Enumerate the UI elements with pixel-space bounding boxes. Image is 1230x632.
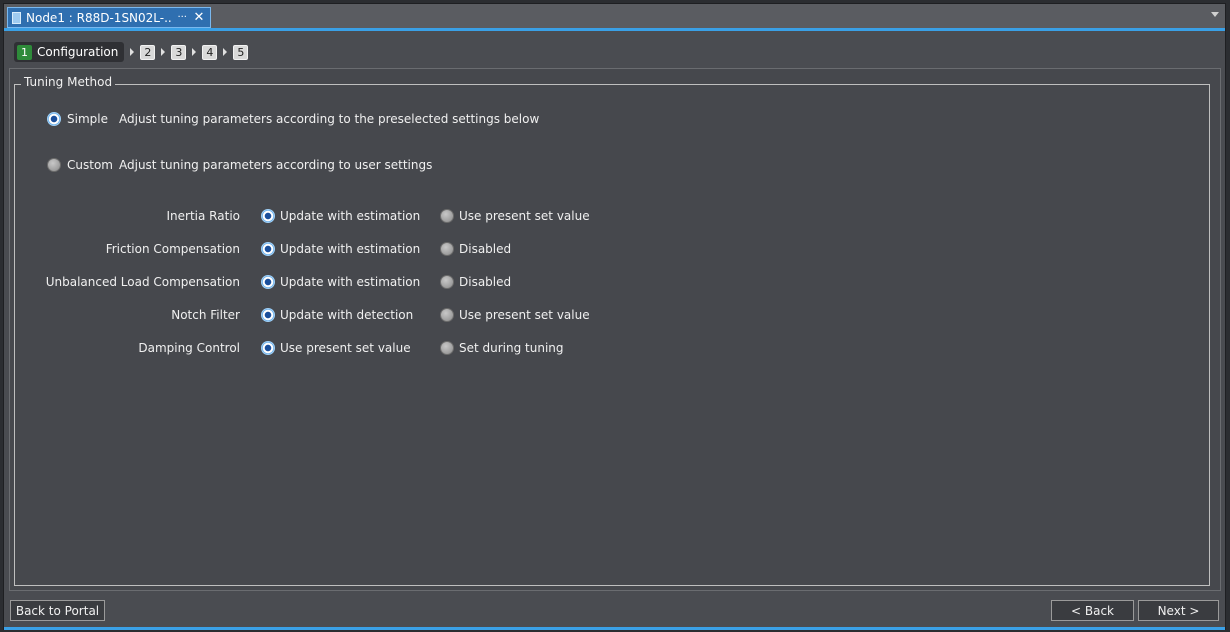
- unbalanced-load-option1[interactable]: Update with estimation: [261, 275, 420, 289]
- option-label[interactable]: Disabled: [459, 242, 511, 256]
- close-icon[interactable]: ✕: [192, 10, 206, 25]
- next-button[interactable]: Next >: [1138, 600, 1219, 621]
- radio-selected[interactable]: [261, 341, 275, 355]
- back-button[interactable]: < Back: [1051, 600, 1134, 621]
- damping-control-option2[interactable]: Set during tuning: [440, 341, 564, 355]
- tuning-window: Node1 : R88D-1SN02L-... ··· ✕ 1 Configur…: [3, 3, 1226, 630]
- option-label[interactable]: Update with detection: [280, 308, 413, 322]
- custom-label[interactable]: Custom: [67, 158, 113, 172]
- step-3[interactable]: 3: [171, 44, 187, 60]
- content-panel: Tuning Method Simple Adjust tuning param…: [9, 68, 1221, 591]
- radio-selected[interactable]: [261, 242, 275, 256]
- tuning-method-group: Tuning Method Simple Adjust tuning param…: [14, 75, 1210, 586]
- footer-bar: Back to Portal < Back Next >: [4, 592, 1225, 630]
- radio-selected[interactable]: [261, 308, 275, 322]
- back-to-portal-button[interactable]: Back to Portal: [10, 600, 105, 621]
- inertia-ratio-label: Inertia Ratio: [166, 209, 240, 223]
- step-arrow-icon: [192, 48, 197, 56]
- simple-label[interactable]: Simple: [67, 112, 108, 126]
- damping-control-option1[interactable]: Use present set value: [261, 341, 411, 355]
- step-1-label: Configuration: [37, 45, 119, 59]
- tab-list-dropdown-icon[interactable]: [1211, 12, 1219, 17]
- simple-radio[interactable]: [47, 112, 61, 126]
- friction-compensation-label: Friction Compensation: [105, 242, 240, 256]
- step-2[interactable]: 2: [140, 44, 156, 60]
- option-label[interactable]: Update with estimation: [280, 275, 420, 289]
- option-label[interactable]: Set during tuning: [459, 341, 564, 355]
- tab-title: Node1 : R88D-1SN02L-...: [26, 10, 173, 25]
- step-arrow-icon: [130, 48, 135, 56]
- option-label[interactable]: Use present set value: [459, 209, 590, 223]
- step-5[interactable]: 5: [233, 44, 249, 60]
- radio-unselected[interactable]: [440, 275, 454, 289]
- unbalanced-load-label: Unbalanced Load Compensation: [45, 275, 240, 289]
- unbalanced-load-option2[interactable]: Disabled: [440, 275, 511, 289]
- friction-compensation-option2[interactable]: Disabled: [440, 242, 511, 256]
- option-label[interactable]: Use present set value: [459, 308, 590, 322]
- tab-node1[interactable]: Node1 : R88D-1SN02L-... ··· ✕: [7, 7, 211, 28]
- radio-unselected[interactable]: [440, 341, 454, 355]
- step-1[interactable]: 1 Configuration: [14, 42, 125, 62]
- radio-unselected[interactable]: [440, 209, 454, 223]
- tab-more-icon: ···: [177, 12, 187, 23]
- notch-filter-option1[interactable]: Update with detection: [261, 308, 413, 322]
- notch-filter-option2[interactable]: Use present set value: [440, 308, 590, 322]
- radio-selected[interactable]: [261, 209, 275, 223]
- inertia-ratio-option2[interactable]: Use present set value: [440, 209, 590, 223]
- friction-compensation-option1[interactable]: Update with estimation: [261, 242, 420, 256]
- option-label[interactable]: Update with estimation: [280, 242, 420, 256]
- method-custom-row: Custom Adjust tuning parameters accordin…: [47, 158, 432, 172]
- param-row-notch-filter: Notch Filter Update with detection Use p…: [15, 306, 590, 324]
- param-row-friction-compensation: Friction Compensation Update with estima…: [15, 240, 511, 258]
- param-row-unbalanced-load: Unbalanced Load Compensation Update with…: [15, 273, 511, 291]
- custom-radio[interactable]: [47, 158, 61, 172]
- option-label[interactable]: Disabled: [459, 275, 511, 289]
- step-4[interactable]: 4: [202, 44, 218, 60]
- param-row-damping-control: Damping Control Use present set value Se…: [15, 339, 564, 357]
- simple-description: Adjust tuning parameters according to th…: [119, 112, 540, 126]
- wizard-steps: 1 Configuration 2 3 4 5: [14, 42, 249, 62]
- param-row-inertia-ratio: Inertia Ratio Update with estimation Use…: [15, 207, 590, 225]
- notch-filter-label: Notch Filter: [171, 308, 240, 322]
- tab-bar: Node1 : R88D-1SN02L-... ··· ✕: [4, 4, 1225, 31]
- radio-selected[interactable]: [261, 275, 275, 289]
- option-label[interactable]: Update with estimation: [280, 209, 420, 223]
- option-label[interactable]: Use present set value: [280, 341, 411, 355]
- tuning-method-title: Tuning Method: [21, 75, 116, 89]
- servo-drive-icon: [12, 11, 21, 24]
- radio-unselected[interactable]: [440, 308, 454, 322]
- inertia-ratio-option1[interactable]: Update with estimation: [261, 209, 420, 223]
- step-1-badge: 1: [17, 44, 32, 60]
- step-arrow-icon: [223, 48, 228, 56]
- radio-unselected[interactable]: [440, 242, 454, 256]
- damping-control-label: Damping Control: [138, 341, 240, 355]
- method-simple-row: Simple Adjust tuning parameters accordin…: [47, 112, 539, 126]
- step-arrow-icon: [161, 48, 166, 56]
- custom-description: Adjust tuning parameters according to us…: [119, 158, 433, 172]
